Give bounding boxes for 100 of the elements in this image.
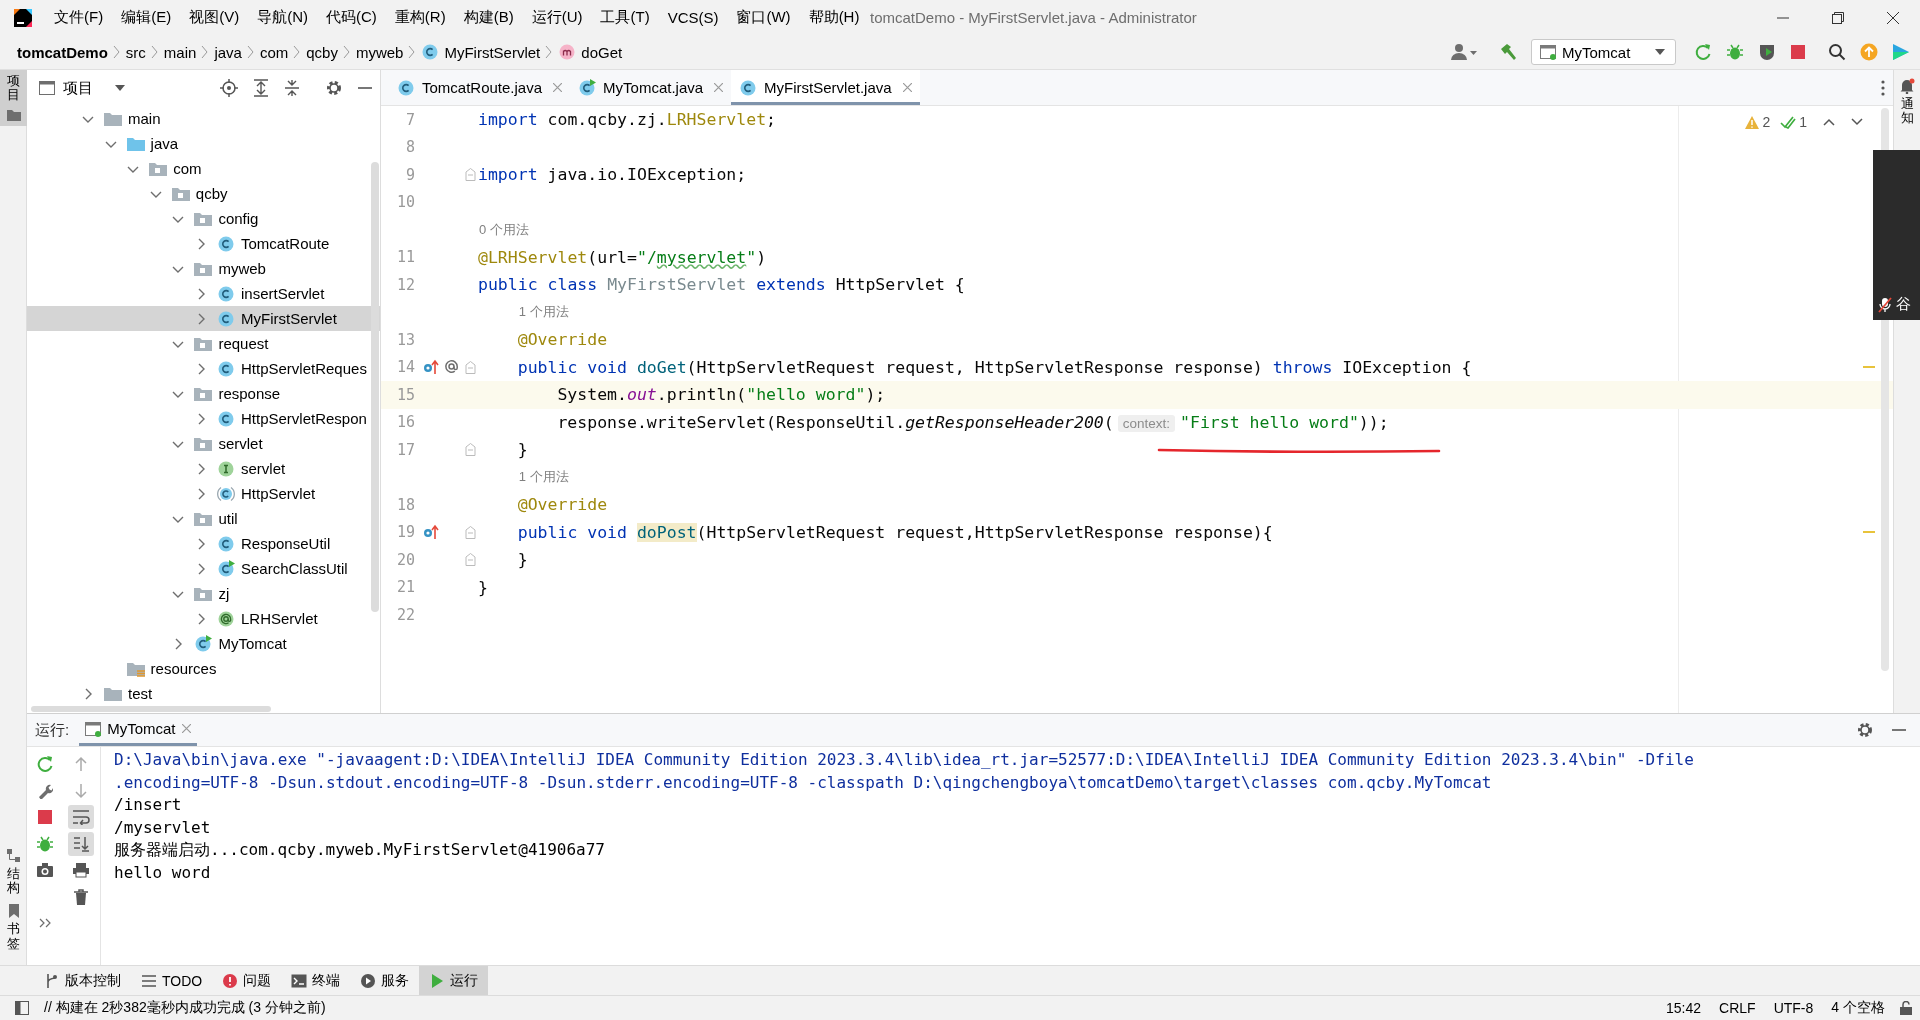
tree-item[interactable]: ResponseUtil [241, 535, 331, 552]
tree-item[interactable]: com [173, 160, 202, 177]
collapse-all-icon[interactable] [284, 79, 300, 97]
tool-window-button[interactable]: 项目 [0, 70, 27, 126]
tree-item[interactable]: HttpServlet [241, 485, 316, 502]
run-tab[interactable]: MyTomcat [79, 714, 197, 746]
tree-item[interactable]: test [128, 685, 153, 702]
tree-item[interactable]: MyFirstServlet [241, 310, 337, 327]
debug-icon[interactable] [1726, 43, 1744, 61]
editor-tab[interactable]: MyTomcat.java [570, 70, 732, 105]
menu-item[interactable]: 重构(R) [385, 4, 455, 31]
tree-item[interactable]: HttpServletReques [241, 360, 367, 377]
fold-marker-icon[interactable] [465, 168, 476, 181]
status-item[interactable]: 15:42 [1657, 1000, 1711, 1016]
menu-item[interactable]: 导航(N) [248, 4, 317, 31]
soft-wrap-icon[interactable] [72, 809, 90, 826]
menu-item[interactable]: 运行(U) [522, 4, 592, 31]
fold-marker-icon[interactable] [465, 360, 476, 374]
at-sign-icon[interactable] [444, 359, 459, 375]
override-marker-icon[interactable] [423, 524, 439, 541]
fold-marker-icon[interactable] [465, 553, 476, 566]
editor-tab[interactable]: MyFirstServlet.java [731, 70, 920, 105]
tree-item[interactable]: SearchClassUtil [241, 560, 348, 577]
status-item[interactable]: UTF-8 [1764, 1000, 1823, 1016]
tree-item[interactable]: MyTomcat [218, 635, 287, 652]
more-icon[interactable] [39, 918, 51, 929]
close-icon[interactable] [902, 83, 912, 92]
menu-item[interactable]: 文件(F) [45, 4, 113, 31]
tree-item[interactable]: insertServlet [241, 285, 325, 302]
menu-item[interactable]: 窗口(W) [727, 4, 800, 31]
tool-window-button[interactable]: 书签 [0, 899, 27, 955]
tree-item[interactable]: java [150, 135, 179, 152]
settings-icon[interactable] [325, 79, 343, 97]
tool-window-button[interactable]: TODO [131, 966, 213, 995]
tool-window-button[interactable]: 结构 [0, 843, 27, 900]
scroll-to-end-icon[interactable] [73, 835, 89, 852]
stop-icon[interactable] [38, 810, 52, 825]
tree-item[interactable]: servlet [241, 460, 286, 477]
fold-marker-icon[interactable] [465, 525, 476, 539]
editor-tab[interactable]: TomcatRoute.java [389, 70, 571, 105]
tool-window-button[interactable]: 服务 [350, 966, 420, 995]
close-icon[interactable] [181, 724, 191, 733]
tool-window-button[interactable]: 运行 [419, 966, 489, 995]
print-icon[interactable] [72, 862, 90, 879]
checks-indicator[interactable]: 1 [1780, 114, 1807, 130]
panel-toggle-icon[interactable] [15, 1001, 29, 1015]
more-icon[interactable] [1881, 79, 1885, 96]
tree-item[interactable]: config [218, 210, 259, 227]
locate-icon[interactable] [220, 79, 238, 97]
usage-hint[interactable]: 0 个用法 [479, 220, 529, 239]
breadcrumb-item[interactable]: com [256, 43, 292, 61]
usage-hint[interactable]: 1 个用法 [518, 303, 569, 322]
override-marker-icon[interactable] [423, 359, 439, 376]
tree-item[interactable]: servlet [218, 435, 263, 452]
breadcrumb-item[interactable]: src [122, 43, 149, 61]
menu-item[interactable]: 代码(C) [317, 4, 386, 31]
breadcrumb-item[interactable]: myweb [352, 43, 407, 61]
tool-window-button[interactable]: 版本控制 [34, 966, 131, 995]
tree-item[interactable]: TomcatRoute [241, 235, 330, 252]
menu-item[interactable]: VCS(S) [658, 4, 728, 31]
scrollbar[interactable] [371, 162, 379, 612]
menu-item[interactable]: 帮助(H) [799, 4, 869, 31]
status-item[interactable]: CRLF [1710, 1000, 1765, 1016]
breadcrumb-item[interactable]: java [211, 43, 245, 61]
tree-item[interactable]: qcby [195, 185, 228, 202]
project-view-selector[interactable]: 项目 [35, 78, 129, 98]
stop-icon[interactable] [1790, 44, 1806, 60]
menu-item[interactable]: 视图(V) [180, 4, 249, 31]
tree-item[interactable]: main [128, 110, 161, 127]
fold-marker-icon[interactable] [465, 443, 476, 456]
hammer-icon[interactable] [1499, 43, 1517, 61]
breadcrumb-item[interactable]: tomcatDemo [14, 43, 111, 61]
breadcrumb-item[interactable]: MyFirstServlet [418, 43, 544, 61]
tree-item[interactable]: resources [150, 660, 217, 677]
menu-item[interactable]: 构建(B) [454, 4, 523, 31]
expand-all-icon[interactable] [253, 79, 269, 97]
mic-muted-icon[interactable] [1877, 296, 1893, 313]
tool-window-button[interactable]: 问题 [212, 966, 282, 995]
search-icon[interactable] [1828, 43, 1846, 61]
debug-icon[interactable] [36, 834, 54, 853]
coverage-icon[interactable] [1758, 43, 1776, 61]
tree-item[interactable]: HttpServletRespon [241, 410, 367, 427]
breadcrumb-item[interactable]: main [160, 43, 200, 61]
tree-item[interactable]: myweb [218, 260, 266, 277]
rerun-icon[interactable] [1694, 43, 1712, 61]
notifications-button[interactable]: 通知 [1899, 78, 1915, 126]
menu-item[interactable]: 编辑(E) [112, 4, 181, 31]
tree-item[interactable]: request [218, 335, 269, 352]
tool-window-button[interactable]: 终端 [281, 966, 351, 995]
tree-item[interactable]: util [218, 510, 238, 527]
tree-item[interactable]: zj [218, 585, 230, 602]
wrench-icon[interactable] [37, 782, 53, 799]
rerun-icon[interactable] [36, 755, 54, 774]
tree-item[interactable]: LRHServlet [241, 610, 318, 627]
menu-item[interactable]: 工具(T) [591, 4, 659, 31]
breadcrumb-item[interactable]: doGet [555, 43, 626, 61]
run-configuration-dropdown[interactable]: MyTomcat [1531, 39, 1676, 65]
usage-hint[interactable]: 1 个用法 [518, 468, 569, 487]
close-icon[interactable] [714, 83, 724, 92]
warnings-indicator[interactable]: 2 [1745, 114, 1771, 130]
